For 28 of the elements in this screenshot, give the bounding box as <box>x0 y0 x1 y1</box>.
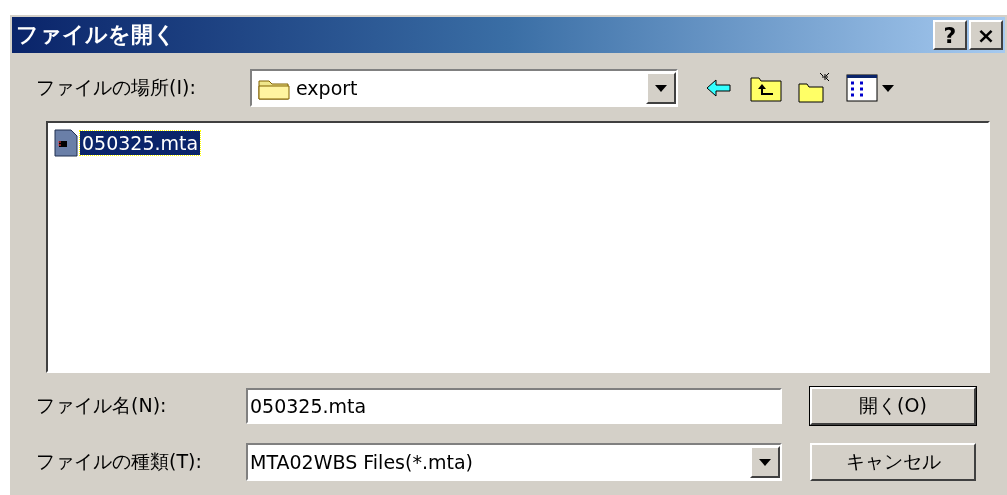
dropdown-button[interactable] <box>646 72 676 104</box>
file-type-value: MTA02WBS Files(*.mta) <box>249 451 474 473</box>
cancel-button[interactable]: キャンセル <box>810 443 976 481</box>
file-type-label: ファイルの種類(T): <box>36 449 203 474</box>
arrow-left-icon <box>706 78 732 98</box>
new-folder-icon <box>798 72 832 104</box>
back-button[interactable] <box>706 78 732 98</box>
caret-icon <box>882 84 894 92</box>
open-button[interactable]: 開く(O) <box>810 387 976 425</box>
new-folder-button[interactable] <box>798 72 832 104</box>
location-value: export <box>296 77 358 99</box>
caret-icon <box>759 458 771 466</box>
folder-up-icon <box>750 74 782 102</box>
caret-icon <box>655 84 667 92</box>
view-list-icon <box>846 74 878 102</box>
location-label: ファイルの場所(I): <box>36 75 197 100</box>
file-name-label: ファイル名(N): <box>36 393 168 418</box>
help-button[interactable]: ? <box>933 20 967 50</box>
close-button[interactable]: × <box>969 20 1003 50</box>
up-folder-button[interactable] <box>750 74 782 102</box>
dropdown-button[interactable] <box>750 446 780 478</box>
location-dropdown[interactable]: export <box>250 69 678 107</box>
file-type-dropdown[interactable]: MTA02WBS Files(*.mta) <box>246 443 782 481</box>
window-title: ファイルを開く <box>16 21 176 49</box>
view-menu-button[interactable] <box>846 74 894 102</box>
file-item[interactable]: 050325.mta <box>80 131 201 155</box>
file-icon <box>54 129 78 157</box>
file-name-field[interactable]: 050325.mta <box>246 388 782 424</box>
